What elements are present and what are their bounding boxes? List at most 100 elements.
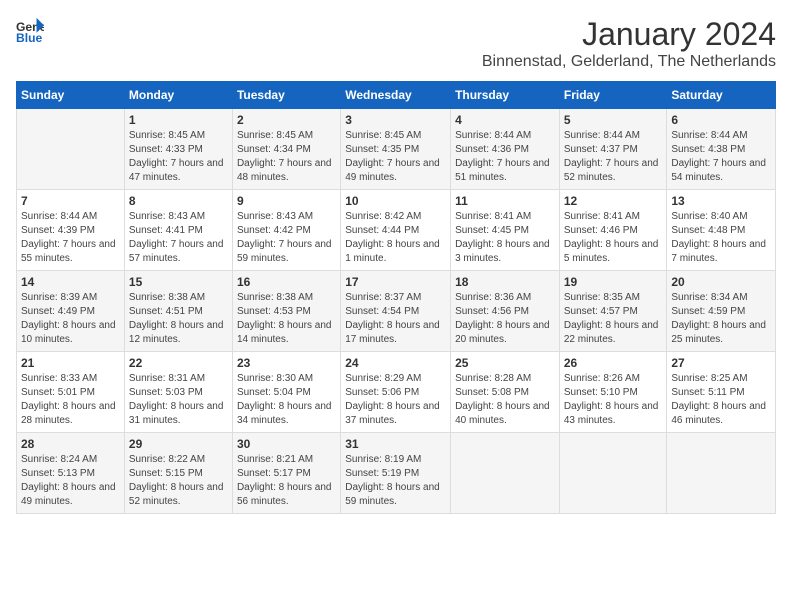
day-number: 12	[564, 194, 663, 208]
calendar-cell: 3Sunrise: 8:45 AMSunset: 4:35 PMDaylight…	[341, 109, 451, 190]
day-info: Sunrise: 8:24 AMSunset: 5:13 PMDaylight:…	[21, 453, 120, 509]
day-number: 18	[455, 275, 555, 289]
calendar-table: SundayMondayTuesdayWednesdayThursdayFrid…	[16, 81, 776, 514]
header-day: Saturday	[667, 82, 776, 109]
day-info: Sunrise: 8:19 AMSunset: 5:19 PMDaylight:…	[345, 453, 446, 509]
calendar-week-row: 1Sunrise: 8:45 AMSunset: 4:33 PMDaylight…	[17, 109, 776, 190]
calendar-cell: 11 Sunrise: 8:41 AMSunset: 4:45 PMDayligh…	[451, 190, 560, 271]
day-number: 21	[21, 356, 120, 370]
day-info: Sunrise: 8:25 AMSunset: 5:11 PMDaylight:…	[671, 372, 771, 428]
logo-icon: General Blue	[16, 16, 44, 44]
day-info: Sunrise: 8:44 AMSunset: 4:37 PMDaylight:…	[564, 129, 663, 185]
calendar-cell: 12 Sunrise: 8:41 AMSunset: 4:46 PMDayligh…	[559, 190, 667, 271]
day-number: 25	[455, 356, 555, 370]
day-info: Sunrise: 8:33 AMSunset: 5:01 PMDaylight:…	[21, 372, 120, 428]
subtitle: Binnenstad, Gelderland, The Netherlands	[482, 53, 776, 71]
day-number: 31	[345, 437, 446, 451]
calendar-week-row: 14 Sunrise: 8:39 AMSunset: 4:49 PMDayligh…	[17, 271, 776, 352]
day-number: 22	[129, 356, 228, 370]
day-number: 28	[21, 437, 120, 451]
day-number: 19	[564, 275, 663, 289]
calendar-week-row: 28 Sunrise: 8:24 AMSunset: 5:13 PMDayligh…	[17, 433, 776, 514]
calendar-cell: 21 Sunrise: 8:33 AMSunset: 5:01 PMDayligh…	[17, 352, 125, 433]
day-info: Sunrise: 8:41 AMSunset: 4:45 PMDaylight:…	[455, 210, 555, 266]
title-area: January 2024 Binnenstad, Gelderland, The…	[482, 16, 776, 71]
day-number: 3	[345, 113, 446, 127]
calendar-cell: 5 Sunrise: 8:44 AMSunset: 4:37 PMDaylight…	[559, 109, 667, 190]
calendar-cell	[17, 109, 125, 190]
calendar-cell: 22 Sunrise: 8:31 AMSunset: 5:03 PMDayligh…	[124, 352, 232, 433]
calendar-cell	[667, 433, 776, 514]
header: General Blue January 2024 Binnenstad, Ge…	[16, 16, 776, 71]
calendar-header: SundayMondayTuesdayWednesdayThursdayFrid…	[17, 82, 776, 109]
calendar-cell: 6Sunrise: 8:44 AMSunset: 4:38 PMDaylight…	[667, 109, 776, 190]
header-day: Friday	[559, 82, 667, 109]
header-row: SundayMondayTuesdayWednesdayThursdayFrid…	[17, 82, 776, 109]
logo: General Blue	[16, 16, 44, 44]
calendar-cell: 2 Sunrise: 8:45 AMSunset: 4:34 PMDaylight…	[232, 109, 340, 190]
day-number: 27	[671, 356, 771, 370]
header-day: Tuesday	[232, 82, 340, 109]
header-day: Wednesday	[341, 82, 451, 109]
svg-text:Blue: Blue	[16, 31, 43, 44]
day-number: 29	[129, 437, 228, 451]
day-info: Sunrise: 8:26 AMSunset: 5:10 PMDaylight:…	[564, 372, 663, 428]
day-info: Sunrise: 8:45 AMSunset: 4:34 PMDaylight:…	[237, 129, 336, 185]
calendar-cell: 15 Sunrise: 8:38 AMSunset: 4:51 PMDayligh…	[124, 271, 232, 352]
calendar-cell: 25 Sunrise: 8:28 AMSunset: 5:08 PMDayligh…	[451, 352, 560, 433]
calendar-cell	[451, 433, 560, 514]
day-number: 13	[671, 194, 771, 208]
calendar-cell: 24 Sunrise: 8:29 AMSunset: 5:06 PMDayligh…	[341, 352, 451, 433]
day-number: 16	[237, 275, 336, 289]
day-number: 14	[21, 275, 120, 289]
calendar-cell: 18 Sunrise: 8:36 AMSunset: 4:56 PMDayligh…	[451, 271, 560, 352]
day-info: Sunrise: 8:44 AMSunset: 4:39 PMDaylight:…	[21, 210, 120, 266]
calendar-cell: 19 Sunrise: 8:35 AMSunset: 4:57 PMDayligh…	[559, 271, 667, 352]
day-number: 15	[129, 275, 228, 289]
day-number: 24	[345, 356, 446, 370]
calendar-cell: 13 Sunrise: 8:40 AMSunset: 4:48 PMDayligh…	[667, 190, 776, 271]
day-number: 9	[237, 194, 336, 208]
calendar-cell: 4Sunrise: 8:44 AMSunset: 4:36 PMDaylight…	[451, 109, 560, 190]
day-info: Sunrise: 8:40 AMSunset: 4:48 PMDaylight:…	[671, 210, 771, 266]
calendar-cell: 20 Sunrise: 8:34 AMSunset: 4:59 PMDayligh…	[667, 271, 776, 352]
day-info: Sunrise: 8:45 AMSunset: 4:33 PMDaylight:…	[129, 129, 228, 185]
calendar-cell: 8Sunrise: 8:43 AMSunset: 4:41 PMDaylight…	[124, 190, 232, 271]
calendar-cell: 30 Sunrise: 8:21 AMSunset: 5:17 PMDayligh…	[232, 433, 340, 514]
day-number: 2	[237, 113, 336, 127]
day-info: Sunrise: 8:38 AMSunset: 4:51 PMDaylight:…	[129, 291, 228, 347]
day-number: 17	[345, 275, 446, 289]
day-info: Sunrise: 8:28 AMSunset: 5:08 PMDaylight:…	[455, 372, 555, 428]
day-number: 10	[345, 194, 446, 208]
calendar-cell: 27 Sunrise: 8:25 AMSunset: 5:11 PMDayligh…	[667, 352, 776, 433]
header-day: Monday	[124, 82, 232, 109]
day-info: Sunrise: 8:29 AMSunset: 5:06 PMDaylight:…	[345, 372, 446, 428]
day-info: Sunrise: 8:39 AMSunset: 4:49 PMDaylight:…	[21, 291, 120, 347]
day-info: Sunrise: 8:34 AMSunset: 4:59 PMDaylight:…	[671, 291, 771, 347]
calendar-cell: 23Sunrise: 8:30 AMSunset: 5:04 PMDayligh…	[232, 352, 340, 433]
calendar-body: 1Sunrise: 8:45 AMSunset: 4:33 PMDaylight…	[17, 109, 776, 514]
calendar-week-row: 21 Sunrise: 8:33 AMSunset: 5:01 PMDayligh…	[17, 352, 776, 433]
day-number: 11	[455, 194, 555, 208]
day-number: 5	[564, 113, 663, 127]
calendar-cell: 14 Sunrise: 8:39 AMSunset: 4:49 PMDayligh…	[17, 271, 125, 352]
header-day: Thursday	[451, 82, 560, 109]
day-number: 8	[129, 194, 228, 208]
calendar-week-row: 7 Sunrise: 8:44 AMSunset: 4:39 PMDaylight…	[17, 190, 776, 271]
day-number: 7	[21, 194, 120, 208]
day-info: Sunrise: 8:31 AMSunset: 5:03 PMDaylight:…	[129, 372, 228, 428]
calendar-cell	[559, 433, 667, 514]
day-info: Sunrise: 8:35 AMSunset: 4:57 PMDaylight:…	[564, 291, 663, 347]
day-info: Sunrise: 8:44 AMSunset: 4:38 PMDaylight:…	[671, 129, 771, 185]
calendar-cell: 26Sunrise: 8:26 AMSunset: 5:10 PMDayligh…	[559, 352, 667, 433]
calendar-cell: 16Sunrise: 8:38 AMSunset: 4:53 PMDayligh…	[232, 271, 340, 352]
day-info: Sunrise: 8:41 AMSunset: 4:46 PMDaylight:…	[564, 210, 663, 266]
calendar-cell: 28 Sunrise: 8:24 AMSunset: 5:13 PMDayligh…	[17, 433, 125, 514]
day-info: Sunrise: 8:37 AMSunset: 4:54 PMDaylight:…	[345, 291, 446, 347]
day-info: Sunrise: 8:21 AMSunset: 5:17 PMDaylight:…	[237, 453, 336, 509]
calendar-cell: 29Sunrise: 8:22 AMSunset: 5:15 PMDayligh…	[124, 433, 232, 514]
day-number: 30	[237, 437, 336, 451]
day-number: 20	[671, 275, 771, 289]
header-day: Sunday	[17, 82, 125, 109]
day-info: Sunrise: 8:36 AMSunset: 4:56 PMDaylight:…	[455, 291, 555, 347]
